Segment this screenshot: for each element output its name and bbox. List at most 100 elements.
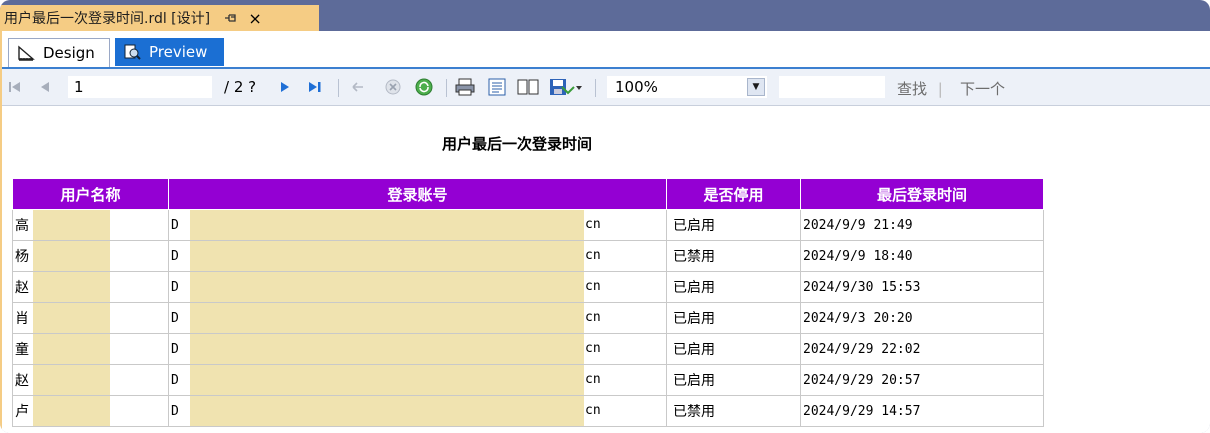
- redaction-block: [33, 303, 110, 333]
- account-suffix: cn: [585, 403, 601, 418]
- cell-last-login: 2024/9/29 20:57: [800, 364, 1044, 396]
- search-input[interactable]: [779, 76, 885, 98]
- account-prefix: D: [171, 403, 179, 419]
- cell-account: Dcn: [168, 240, 667, 272]
- close-icon[interactable]: ×: [248, 9, 262, 28]
- account-suffix: cn: [585, 248, 601, 263]
- tab-preview[interactable]: Preview: [115, 38, 224, 66]
- account-suffix: cn: [585, 279, 601, 294]
- redaction-block: [33, 210, 110, 240]
- account-suffix: cn: [585, 372, 601, 387]
- refresh-icon[interactable]: [414, 77, 434, 97]
- table-row: 高 Dcn 已启用 2024/9/9 21:49: [12, 209, 1044, 241]
- table-row: 赵 Dcn 已启用 2024/9/30 15:53: [12, 271, 1044, 303]
- cell-username: 童: [12, 333, 169, 365]
- redaction-block: [33, 241, 110, 271]
- cell-account: Dcn: [168, 271, 667, 303]
- redaction-block: [190, 365, 584, 395]
- cell-last-login: 2024/9/29 22:02: [800, 333, 1044, 365]
- cell-account: Dcn: [168, 333, 667, 365]
- table-row: 杨 Dcn 已禁用 2024/9/9 18:40: [12, 240, 1044, 272]
- pin-icon[interactable]: [224, 12, 236, 24]
- last-page-icon[interactable]: [307, 77, 323, 97]
- chevron-down-icon[interactable]: ▼: [747, 78, 765, 96]
- cell-last-login: 2024/9/3 20:20: [800, 302, 1044, 334]
- cell-status: 已启用: [666, 364, 801, 396]
- username-text: 赵: [15, 373, 29, 389]
- find-link[interactable]: 查找 |: [897, 78, 949, 99]
- page-setup-icon[interactable]: [516, 77, 540, 97]
- cell-username: 高: [12, 209, 169, 241]
- column-header-username: 用户名称: [12, 178, 169, 210]
- account-prefix: D: [171, 341, 179, 357]
- cell-last-login: 2024/9/29 14:57: [800, 395, 1044, 427]
- column-header-account: 登录账号: [168, 178, 667, 210]
- view-tabs: Design Preview: [2, 31, 1210, 69]
- editor-content: Design Preview 1 / 2 ? 100% ▼ 查找 | 下一个 用…: [0, 31, 1210, 433]
- tab-preview-label: Preview: [149, 43, 208, 61]
- redaction-block: [33, 272, 110, 302]
- ruler-triangle-icon: [17, 44, 35, 62]
- report-title: 用户最后一次登录时间: [442, 135, 593, 153]
- stop-icon[interactable]: [384, 77, 402, 97]
- account-suffix: cn: [585, 310, 601, 325]
- table-row: 肖 Dcn 已启用 2024/9/3 20:20: [12, 302, 1044, 334]
- cell-last-login: 2024/9/30 15:53: [800, 271, 1044, 303]
- account-suffix: cn: [585, 217, 601, 232]
- table-row: 赵 Dcn 已启用 2024/9/29 20:57: [12, 364, 1044, 396]
- previous-page-icon[interactable]: [38, 77, 52, 97]
- redaction-block: [33, 365, 110, 395]
- account-prefix: D: [171, 248, 179, 264]
- account-prefix: D: [171, 217, 179, 233]
- document-tab-title: 用户最后一次登录时间.rdl [设计]: [4, 11, 211, 27]
- page-number-input[interactable]: 1: [68, 76, 212, 98]
- find-label: 查找: [897, 80, 928, 98]
- toolbar-separator: [446, 79, 447, 97]
- username-text: 肖: [15, 311, 29, 327]
- cell-last-login: 2024/9/9 21:49: [800, 209, 1044, 241]
- username-text: 童: [15, 342, 29, 358]
- back-icon[interactable]: [350, 77, 366, 97]
- cell-account: Dcn: [168, 209, 667, 241]
- cell-account: Dcn: [168, 395, 667, 427]
- report-table: 用户名称 登录账号 是否停用 最后登录时间 高 Dcn 已启用 2024/9/9 21…: [12, 178, 1044, 427]
- redaction-block: [33, 334, 110, 364]
- redaction-block: [33, 396, 110, 426]
- export-icon[interactable]: [548, 77, 582, 97]
- redaction-block: [190, 272, 584, 302]
- cell-username: 赵: [12, 271, 169, 303]
- account-prefix: D: [171, 279, 179, 295]
- document-tab[interactable]: 用户最后一次登录时间.rdl [设计] ×: [0, 5, 319, 31]
- redaction-block: [190, 303, 584, 333]
- tab-design[interactable]: Design: [8, 38, 110, 67]
- table-body: 高 Dcn 已启用 2024/9/9 21:49 杨 Dcn 已禁用 2024/9/9 18:…: [12, 209, 1044, 427]
- first-page-icon[interactable]: [8, 77, 22, 97]
- table-header-row: 用户名称 登录账号 是否停用 最后登录时间: [12, 178, 1044, 210]
- report-canvas: 用户最后一次登录时间 用户名称 登录账号 是否停用 最后登录时间 高 Dcn 已启用…: [2, 107, 1210, 433]
- next-page-icon[interactable]: [278, 77, 292, 97]
- cell-username: 肖: [12, 302, 169, 334]
- redaction-block: [190, 396, 584, 426]
- toolbar-separator: [338, 79, 339, 97]
- find-next-link[interactable]: 下一个: [960, 78, 1005, 99]
- redaction-block: [190, 210, 584, 240]
- print-layout-icon[interactable]: [486, 77, 508, 97]
- username-text: 赵: [15, 280, 29, 296]
- preview-icon: [123, 43, 141, 61]
- cell-status: 已启用: [666, 209, 801, 241]
- print-icon[interactable]: [454, 77, 476, 97]
- column-header-disabled: 是否停用: [666, 178, 801, 210]
- window: 用户最后一次登录时间.rdl [设计] × Design Preview 1 /…: [0, 0, 1210, 433]
- table-row: 童 Dcn 已启用 2024/9/29 22:02: [12, 333, 1044, 365]
- tab-design-label: Design: [43, 44, 95, 62]
- account-suffix: cn: [585, 341, 601, 356]
- zoom-select[interactable]: 100%: [607, 76, 767, 98]
- cell-username: 卢: [12, 395, 169, 427]
- find-separator: |: [937, 80, 943, 98]
- cell-username: 杨: [12, 240, 169, 272]
- cell-account: Dcn: [168, 364, 667, 396]
- username-text: 高: [15, 218, 29, 234]
- toolbar-separator: [595, 79, 596, 97]
- cell-status: 已禁用: [666, 395, 801, 427]
- redaction-block: [190, 241, 584, 271]
